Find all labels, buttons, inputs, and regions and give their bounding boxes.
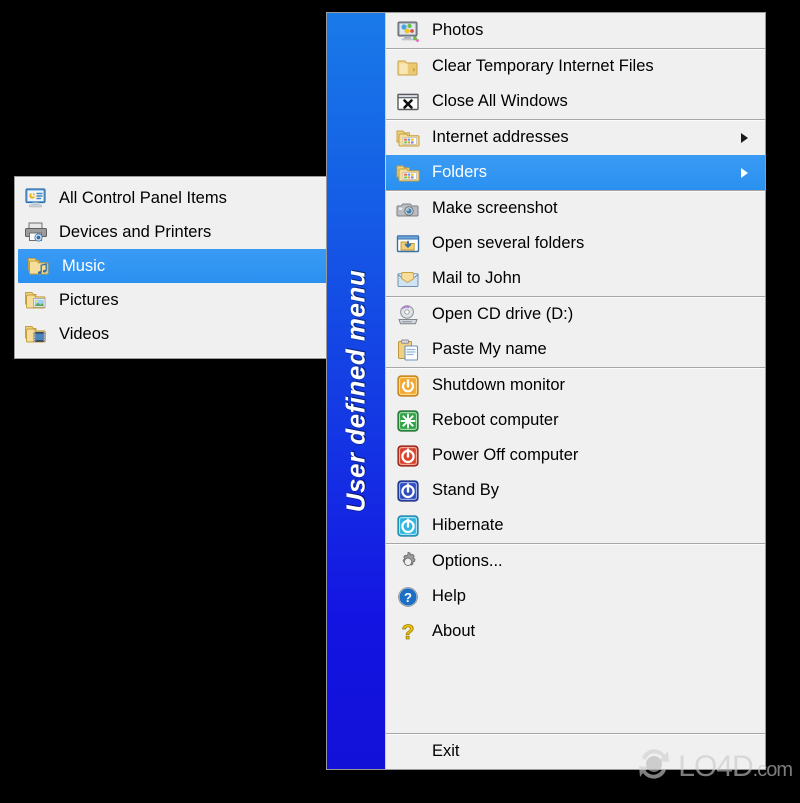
folder-tiles-icon (396, 161, 420, 185)
menu-item-label: Help (432, 587, 466, 605)
menu-banner-gutter: User defined menu (327, 13, 386, 769)
menu-item-help[interactable]: ? Help (386, 579, 765, 614)
submenu-item-label: Devices and Printers (59, 222, 212, 241)
menu-item-stand-by[interactable]: Stand By (386, 473, 765, 508)
gear-icon (396, 550, 420, 574)
user-defined-menu-popup: User defined menu Photos Clear Temporary … (326, 12, 766, 770)
menu-item-label: Power Off computer (432, 446, 579, 464)
submenu-chevron-right-icon (741, 167, 748, 178)
power-red-icon (396, 444, 420, 468)
menu-item-label: Reboot computer (432, 411, 559, 429)
menu-item-mail-to-john[interactable]: Mail to John (386, 261, 765, 296)
menu-item-label: Paste My name (432, 340, 547, 358)
mail-envelope-icon (396, 267, 420, 291)
menu-item-label: Options... (432, 552, 503, 570)
control-panel-icon (24, 186, 48, 210)
photos-monitor-icon (396, 19, 420, 43)
menu-item-label: Clear Temporary Internet Files (432, 57, 654, 75)
watermark-brand: LO4D (678, 749, 753, 783)
submenu-item-music[interactable]: Music (18, 249, 333, 283)
close-window-icon (396, 90, 420, 114)
menu-item-label: About (432, 622, 476, 640)
clipboard-paste-icon (396, 338, 420, 362)
menu-item-label: Folders (432, 163, 488, 181)
menu-item-reboot-computer[interactable]: Reboot computer (386, 403, 765, 438)
submenu-item-all-control-panel-items[interactable]: All Control Panel Items (15, 181, 336, 215)
watermark-text: LO4D.com (678, 749, 793, 784)
menu-item-label: Open CD drive (D:) (432, 305, 574, 323)
svg-text:?: ? (402, 621, 415, 644)
screenshot-stage: All Control Panel Items Devices and Print… (0, 0, 800, 803)
standby-blue-icon (396, 479, 420, 503)
menu-item-label: Internet addresses (432, 128, 569, 146)
menu-item-photos[interactable]: Photos (386, 13, 765, 48)
submenu-item-videos[interactable]: Videos (15, 317, 336, 351)
menu-item-label: Stand By (432, 481, 499, 499)
menu-item-shutdown-monitor[interactable]: Shutdown monitor (386, 368, 765, 403)
printer-icon (24, 220, 48, 244)
menu-banner-label: User defined menu (340, 269, 371, 513)
cd-drive-icon (396, 303, 420, 327)
folder-videos-icon (24, 322, 48, 346)
menu-item-label: Exit (432, 742, 460, 760)
question-mark-icon: ? (396, 620, 420, 644)
menu-item-hibernate[interactable]: Hibernate (386, 508, 765, 543)
open-folders-window-icon (396, 232, 420, 256)
submenu-item-label: Music (62, 256, 106, 275)
menu-filler (386, 649, 765, 733)
submenu-item-label: Pictures (59, 290, 119, 309)
folder-music-icon (27, 254, 51, 278)
menu-item-list: Photos Clear Temporary Internet Files Clos… (386, 13, 765, 769)
hibernate-cyan-icon (396, 514, 420, 538)
reboot-green-icon (396, 409, 420, 433)
camera-icon (396, 197, 420, 221)
submenu-item-label: All Control Panel Items (59, 188, 227, 207)
menu-item-label: Shutdown monitor (432, 376, 565, 394)
menu-item-make-screenshot[interactable]: Make screenshot (386, 191, 765, 226)
menu-item-close-all-windows[interactable]: Close All Windows (386, 84, 765, 119)
svg-text:?: ? (404, 590, 412, 605)
folder-pictures-icon (24, 288, 48, 312)
menu-item-clear-temporary-internet-files[interactable]: Clear Temporary Internet Files (386, 49, 765, 84)
menu-item-folders[interactable]: Folders (386, 155, 765, 190)
menu-item-power-off-computer[interactable]: Power Off computer (386, 438, 765, 473)
submenu-chevron-right-icon (741, 132, 748, 143)
menu-item-internet-addresses[interactable]: Internet addresses (386, 120, 765, 155)
submenu-item-pictures[interactable]: Pictures (15, 283, 336, 317)
menu-item-options[interactable]: Options... (386, 544, 765, 579)
menu-item-open-several-folders[interactable]: Open several folders (386, 226, 765, 261)
submenu-item-devices-and-printers[interactable]: Devices and Printers (15, 215, 336, 249)
menu-item-label: Photos (432, 21, 484, 39)
menu-item-label: Mail to John (432, 269, 521, 287)
menu-item-label: Hibernate (432, 516, 504, 534)
menu-item-about[interactable]: ? About (386, 614, 765, 649)
folder-plain-icon (396, 55, 420, 79)
menu-item-paste-my-name[interactable]: Paste My name (386, 332, 765, 367)
folder-tiles-icon (396, 126, 420, 150)
refresh-circle-logo-icon (634, 744, 674, 789)
power-orange-icon (396, 374, 420, 398)
menu-item-label: Open several folders (432, 234, 585, 252)
lo4d-watermark: LO4D.com (634, 744, 793, 789)
menu-item-label: Close All Windows (432, 92, 568, 110)
folders-submenu-popup: All Control Panel Items Devices and Print… (14, 176, 337, 359)
watermark-tld: .com (752, 758, 793, 781)
menu-item-open-cd-drive-d[interactable]: Open CD drive (D:) (386, 297, 765, 332)
help-circle-icon: ? (396, 585, 420, 609)
menu-item-label: Make screenshot (432, 199, 558, 217)
submenu-item-label: Videos (59, 324, 110, 343)
